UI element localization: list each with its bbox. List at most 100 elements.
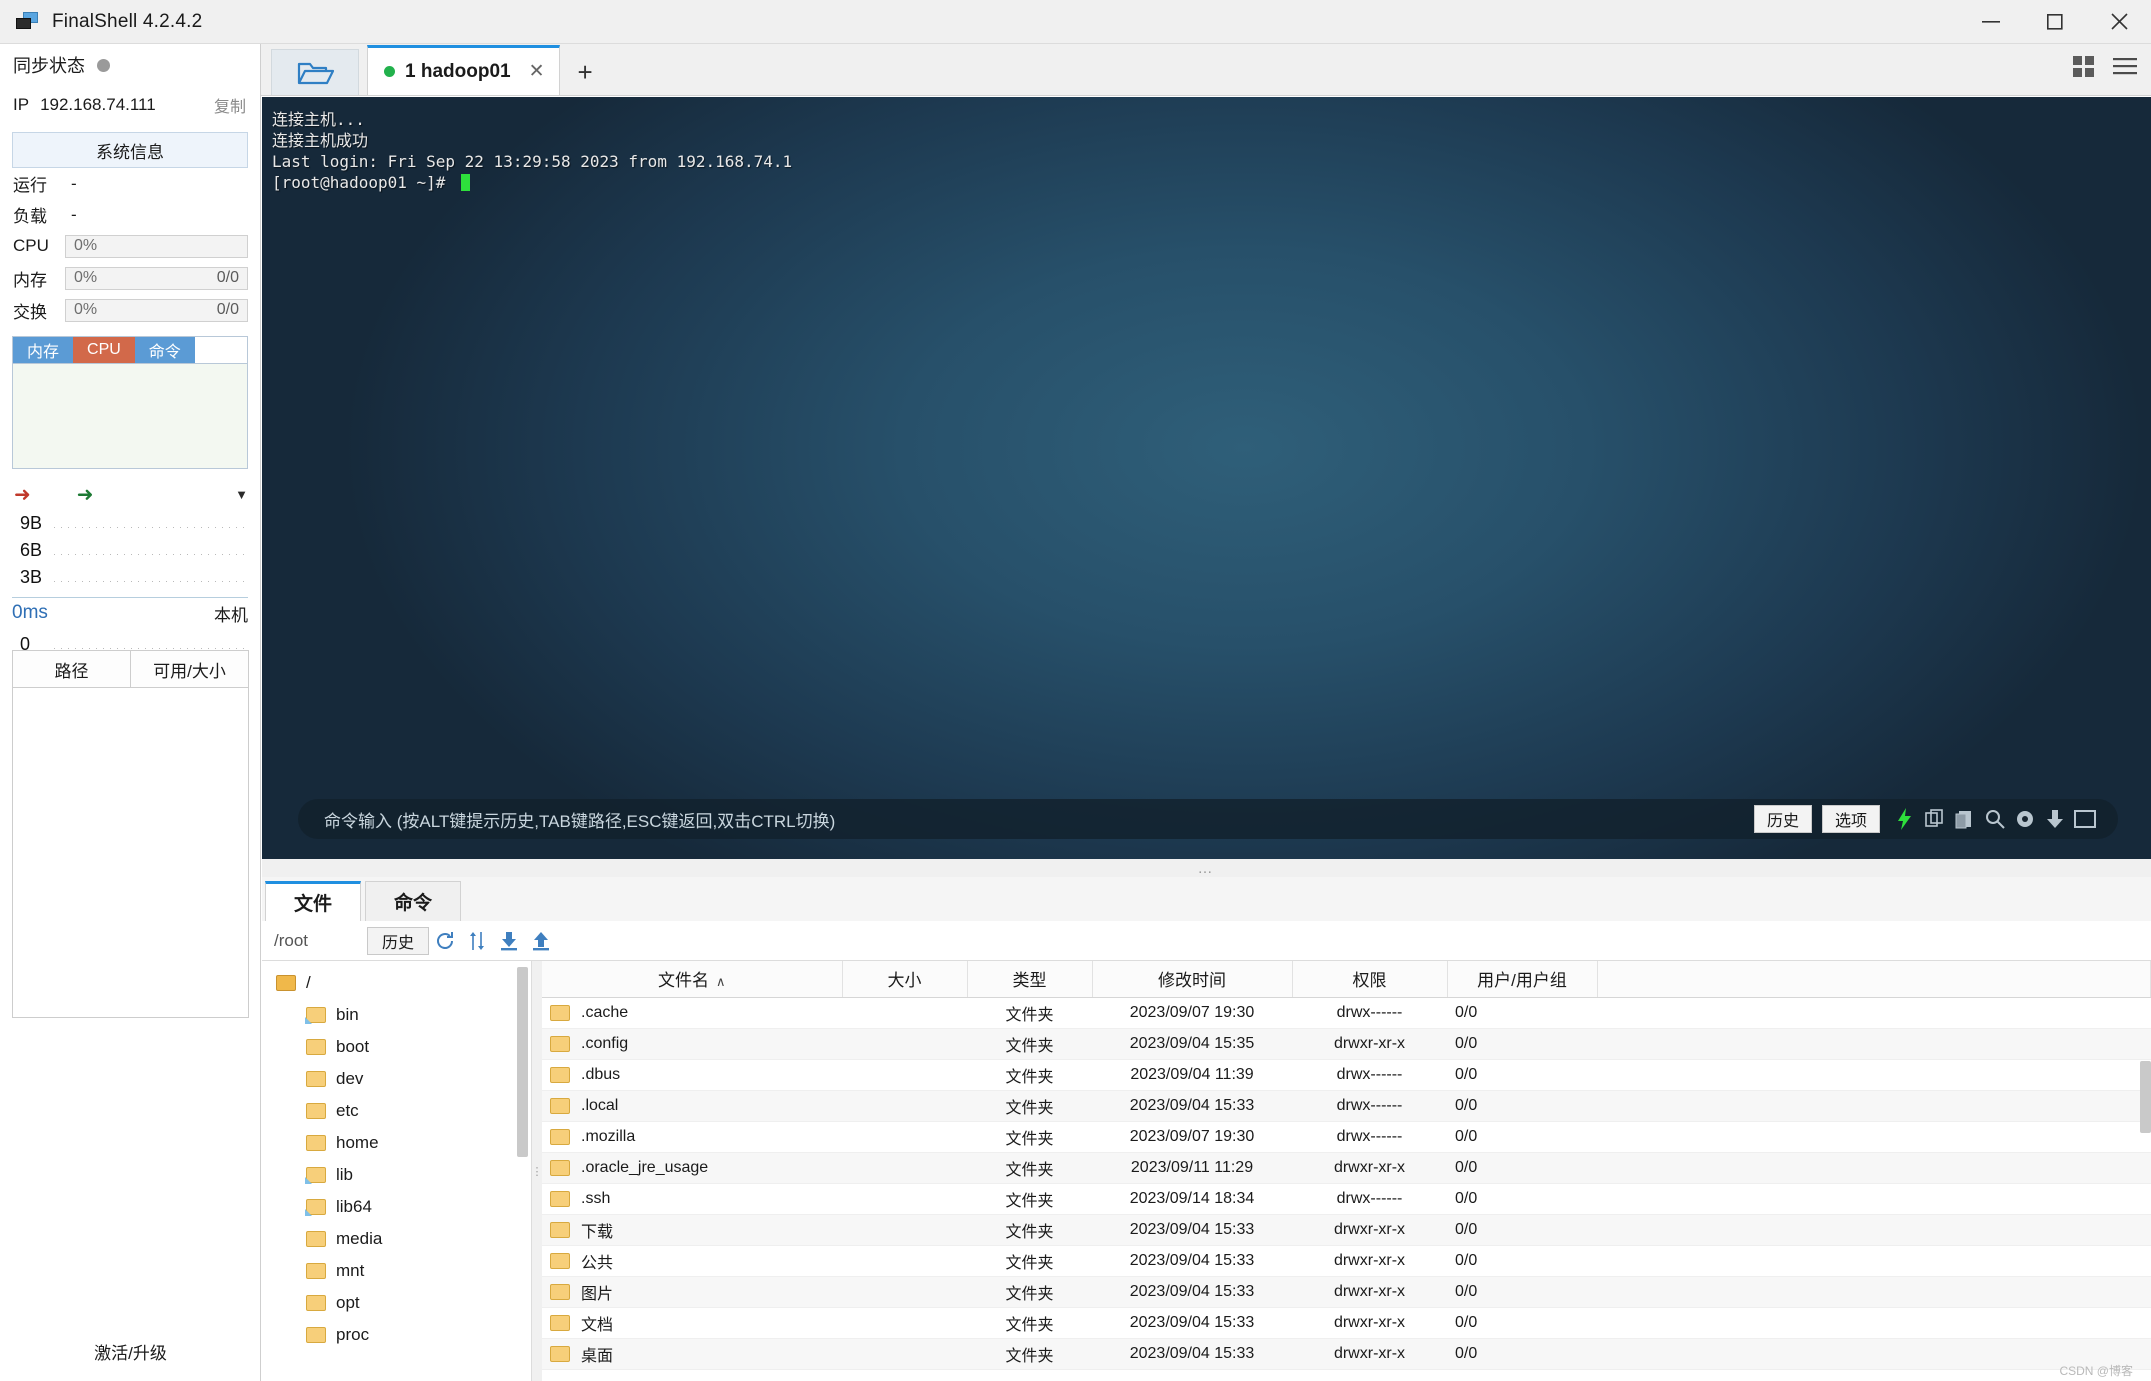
tree-item-boot[interactable]: boot <box>262 1031 531 1063</box>
table-row[interactable]: .oracle_jre_usage 文件夹 2023/09/11 11:29 drwx… <box>542 1152 2151 1184</box>
sync-status-row: 同步状态 <box>0 44 260 86</box>
column-header-mtime[interactable]: 修改时间 <box>1092 961 1293 998</box>
tree-item-home[interactable]: home <box>262 1127 531 1159</box>
activate-upgrade-link[interactable]: 激活/升级 <box>0 1339 261 1364</box>
table-row[interactable]: .cache 文件夹 2023/09/07 19:30 drwx------ 0/0 <box>542 997 2151 1029</box>
tree-item-bin[interactable]: bin <box>262 999 531 1031</box>
grid-view-icon[interactable] <box>2073 56 2095 83</box>
cell-mtime: 2023/09/07 19:30 <box>1092 997 1292 1029</box>
arrow-up-icon: ➜ <box>14 483 31 506</box>
disk-column-size[interactable]: 可用/大小 <box>130 651 248 687</box>
table-row[interactable]: .ssh 文件夹 2023/09/14 18:34 drwx------ 0/0 <box>542 1183 2151 1215</box>
table-row[interactable]: .mozilla 文件夹 2023/09/07 19:30 drwx------ 0/0 <box>542 1121 2151 1153</box>
cell-name[interactable]: .dbus <box>542 1059 842 1091</box>
folder-icon <box>550 1159 570 1176</box>
options-button[interactable]: 选项 <box>1821 805 1880 833</box>
tab-cpu[interactable]: CPU <box>73 337 135 363</box>
tree-item-mnt[interactable]: mnt <box>262 1255 531 1287</box>
window-icon[interactable] <box>2070 810 2100 828</box>
minimize-icon[interactable] <box>1959 0 2023 44</box>
search-icon[interactable] <box>1980 809 2010 829</box>
terminal-tab-hadoop01[interactable]: 1 hadoop01 ✕ <box>367 45 560 95</box>
table-row[interactable]: 文档 文件夹 2023/09/04 15:33 drwxr-xr-x 0/0 <box>542 1307 2151 1339</box>
tree-scrollbar[interactable] <box>517 967 528 1157</box>
terminal-output-area[interactable]: 连接主机... 连接主机成功 Last login: Fri Sep 22 13… <box>262 97 2151 859</box>
cell-name[interactable]: .mozilla <box>542 1121 842 1153</box>
history-button[interactable]: 历史 <box>1753 805 1812 833</box>
sort-ascending-icon: ∧ <box>715 974 726 990</box>
new-tab-button[interactable]: + <box>578 59 593 85</box>
file-name-label: .local <box>581 1096 619 1114</box>
folder-icon <box>306 1263 326 1279</box>
cell-name[interactable]: .ssh <box>542 1183 842 1215</box>
folder-icon <box>550 1283 570 1300</box>
file-list[interactable]: 文件名 ∧ 大小 类型 修改时间 权限 用户/用户组 .cache 文件夹 2023/… <box>542 961 2151 1381</box>
download-icon[interactable] <box>2040 809 2070 829</box>
table-row[interactable]: 桌面 文件夹 2023/09/04 15:33 drwxr-xr-x 0/0 <box>542 1338 2151 1370</box>
maximize-icon[interactable] <box>2023 0 2087 44</box>
tree-item-lib[interactable]: lib <box>262 1159 531 1191</box>
tab-command[interactable]: 命令 <box>134 337 195 363</box>
column-header-owner[interactable]: 用户/用户组 <box>1447 961 1598 998</box>
sort-icon[interactable] <box>461 931 493 951</box>
copy-ip-button[interactable]: 复制 <box>214 93 246 117</box>
table-row[interactable]: 公共 文件夹 2023/09/04 15:33 drwxr-xr-x 0/0 <box>542 1245 2151 1277</box>
column-header-size[interactable]: 大小 <box>842 961 968 998</box>
current-path[interactable]: /root <box>274 931 308 951</box>
column-header-name[interactable]: 文件名 ∧ <box>542 961 843 998</box>
upload-icon[interactable] <box>525 931 557 951</box>
folder-icon <box>306 1231 326 1247</box>
tree-item-media[interactable]: media <box>262 1223 531 1255</box>
gear-icon[interactable] <box>2010 809 2040 829</box>
cell-name[interactable]: 图片 <box>542 1276 842 1308</box>
path-bar-tools: 历史 <box>366 926 557 955</box>
cell-mtime: 2023/09/04 15:33 <box>1092 1090 1292 1122</box>
copy-icon[interactable] <box>1920 809 1950 829</box>
table-row[interactable]: .dbus 文件夹 2023/09/04 11:39 drwx------ 0/0 <box>542 1059 2151 1091</box>
swap-meter-value: 0% <box>74 301 98 318</box>
cell-name[interactable]: 桌面 <box>542 1338 842 1370</box>
tree-item-root[interactable]: / <box>262 967 531 999</box>
cell-name[interactable]: .config <box>542 1028 842 1060</box>
cell-name[interactable]: .cache <box>542 997 842 1029</box>
tree-item-lib64[interactable]: lib64 <box>262 1191 531 1223</box>
tree-item-dev[interactable]: dev <box>262 1063 531 1095</box>
hamburger-menu-icon[interactable] <box>2113 58 2137 81</box>
table-row[interactable]: .config 文件夹 2023/09/04 15:35 drwxr-xr-x 0/0 <box>542 1028 2151 1060</box>
column-header-perm[interactable]: 权限 <box>1292 961 1448 998</box>
panel-splitter[interactable]: … <box>262 859 2151 877</box>
cell-name[interactable]: 下载 <box>542 1214 842 1246</box>
tree-item-etc[interactable]: etc <box>262 1095 531 1127</box>
tab-files[interactable]: 文件 <box>265 881 362 921</box>
cell-type: 文件夹 <box>967 1028 1092 1060</box>
refresh-icon[interactable] <box>429 931 461 951</box>
tree-item-proc[interactable]: proc <box>262 1319 531 1351</box>
open-folder-icon[interactable] <box>271 49 359 95</box>
cell-owner: 0/0 <box>1447 997 1597 1029</box>
close-icon[interactable] <box>2087 0 2151 44</box>
command-input-bar[interactable]: 命令输入 (按ALT键提示历史,TAB键路径,ESC键返回,双击CTRL切换) … <box>298 799 2118 839</box>
lightning-icon[interactable] <box>1890 808 1920 830</box>
cell-name[interactable]: .oracle_jre_usage <box>542 1152 842 1184</box>
file-list-scrollbar[interactable] <box>2140 1061 2151 1133</box>
tab-memory[interactable]: 内存 <box>13 337 74 363</box>
path-history-button[interactable]: 历史 <box>366 926 429 955</box>
cell-name[interactable]: 公共 <box>542 1245 842 1277</box>
tree-item-opt[interactable]: opt <box>262 1287 531 1319</box>
table-row[interactable]: .local 文件夹 2023/09/04 15:33 drwx------ 0/0 <box>542 1090 2151 1122</box>
close-tab-icon[interactable]: ✕ <box>529 60 545 83</box>
tab-commands[interactable]: 命令 <box>365 881 462 921</box>
folder-icon <box>306 1071 326 1087</box>
directory-tree[interactable]: / bin boot dev etc home lib lib64 media … <box>262 961 532 1381</box>
disk-column-path[interactable]: 路径 <box>13 651 130 687</box>
table-row[interactable]: 下载 文件夹 2023/09/04 15:33 drwxr-xr-x 0/0 <box>542 1214 2151 1246</box>
download-icon[interactable] <box>493 931 525 951</box>
tree-list-splitter[interactable]: ⋮ <box>532 961 543 1381</box>
paste-icon[interactable] <box>1950 809 1980 829</box>
system-info-button[interactable]: 系统信息 <box>12 132 248 168</box>
chevron-down-icon[interactable]: ▼ <box>235 487 248 502</box>
column-header-type[interactable]: 类型 <box>967 961 1093 998</box>
cell-name[interactable]: 文档 <box>542 1307 842 1339</box>
table-row[interactable]: 图片 文件夹 2023/09/04 15:33 drwxr-xr-x 0/0 <box>542 1276 2151 1308</box>
cell-name[interactable]: .local <box>542 1090 842 1122</box>
